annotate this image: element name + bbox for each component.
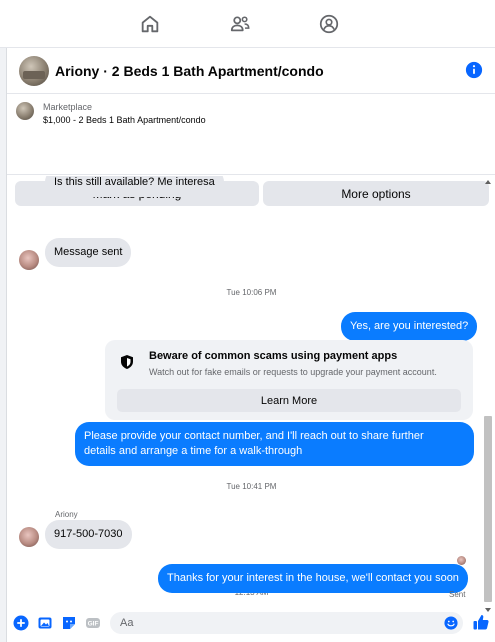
plus-circle-icon[interactable]	[13, 615, 29, 631]
message-line: details and arrange a time for a walk-th…	[84, 445, 303, 457]
emoji-icon[interactable]	[444, 616, 458, 630]
marketplace-listing: Marketplace $1,000 - 2 Beds 1 Bath Apart…	[7, 95, 495, 206]
avatar[interactable]	[19, 56, 49, 86]
incoming-message: Is this still available? Me interesa	[45, 176, 224, 197]
message-list: Is this still available? Me interesa Mes…	[7, 176, 495, 606]
listing-source: Marketplace	[43, 102, 93, 112]
message-composer: GIF	[7, 608, 495, 642]
listing-thumbnail[interactable]	[16, 102, 34, 120]
learn-more-button[interactable]: Learn More	[117, 389, 461, 412]
conversation-title[interactable]: Ariony · 2 Beds 1 Bath Apartment/condo	[55, 63, 324, 79]
scrollbar-thumb[interactable]	[484, 416, 492, 602]
friends-icon[interactable]	[229, 13, 251, 35]
seen-indicator-avatar	[457, 556, 466, 565]
message-line: Please provide your contact number, and …	[84, 430, 424, 442]
scam-warning-card: Beware of common scams using payment app…	[105, 340, 473, 420]
listing-title[interactable]: $1,000 - 2 Beds 1 Bath Apartment/condo	[43, 115, 206, 125]
thumbs-up-icon[interactable]	[472, 613, 490, 631]
image-icon[interactable]	[37, 615, 53, 631]
outgoing-message: Thanks for your interest in the house, w…	[158, 564, 468, 593]
chat-header: Ariony · 2 Beds 1 Bath Apartment/condo	[7, 48, 495, 94]
chat-window: Ariony · 2 Beds 1 Bath Apartment/condo M…	[6, 48, 495, 642]
top-navigation	[0, 0, 495, 48]
message-timestamp: Tue 10:06 PM	[226, 288, 277, 297]
home-icon[interactable]	[139, 13, 161, 35]
shield-icon	[121, 355, 133, 369]
message-status: Sent	[449, 590, 466, 599]
avatar	[19, 527, 39, 547]
scroll-up-icon[interactable]	[485, 180, 491, 184]
incoming-message: Message sent	[45, 238, 132, 267]
outgoing-message: Please provide your contact number, and …	[75, 422, 474, 466]
svg-text:GIF: GIF	[88, 621, 99, 628]
message-input[interactable]	[110, 612, 463, 634]
scam-warning-title: Beware of common scams using payment app…	[149, 350, 398, 362]
scrollbar[interactable]	[483, 176, 493, 616]
groups-icon[interactable]	[318, 13, 340, 35]
sender-name: Ariony	[55, 510, 78, 519]
sticker-icon[interactable]	[61, 615, 77, 631]
avatar	[19, 250, 39, 270]
gif-icon[interactable]: GIF	[85, 615, 101, 631]
message-timestamp: Tue 10:41 PM	[226, 482, 277, 491]
outgoing-message: Yes, are you interested?	[341, 312, 478, 341]
info-icon[interactable]	[465, 61, 483, 79]
incoming-message: 917-500-7030	[45, 520, 132, 549]
scam-warning-description: Watch out for fake emails or requests to…	[149, 367, 437, 377]
